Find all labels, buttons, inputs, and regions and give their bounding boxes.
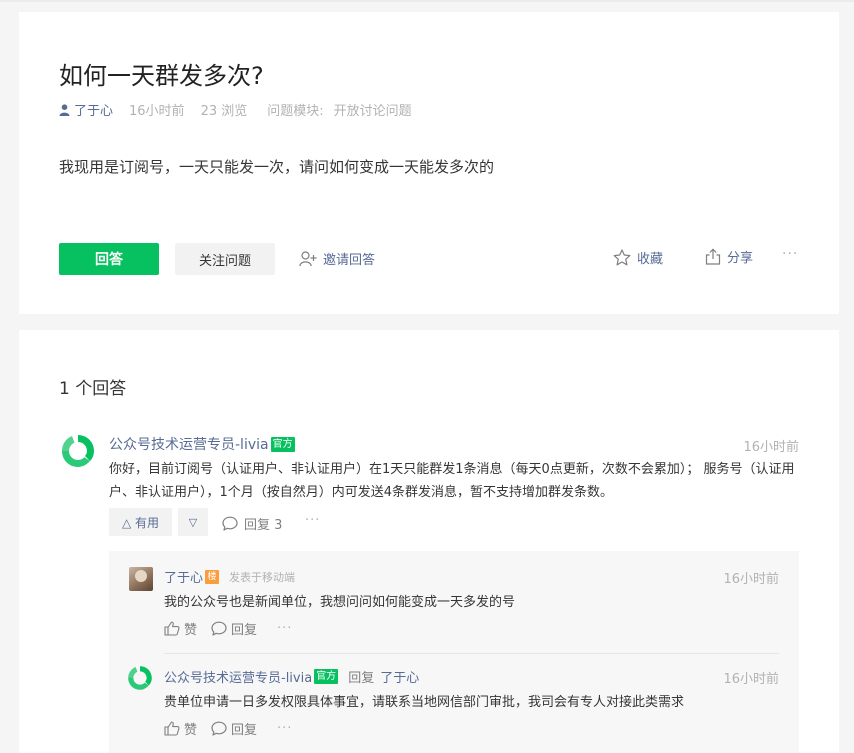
reply-word: 回复 bbox=[348, 671, 375, 686]
thread-owner-badge: 楼 bbox=[205, 569, 220, 584]
share-icon bbox=[705, 248, 721, 265]
star-icon bbox=[613, 249, 631, 266]
comment-bubble-icon bbox=[211, 721, 227, 736]
reply-time: 16小时前 bbox=[723, 672, 779, 687]
add-user-icon bbox=[299, 250, 317, 266]
reply-reply-label: 回复 bbox=[231, 723, 258, 738]
comment-source: 发表于移动端 bbox=[229, 570, 296, 584]
comment-bubble-icon bbox=[211, 621, 227, 636]
comment-more-icon[interactable]: ··· bbox=[277, 621, 292, 636]
comment-actions: 赞 回复 ··· bbox=[164, 619, 292, 638]
invite-answer-label: 邀请回答 bbox=[323, 253, 376, 268]
top-divider bbox=[0, 0, 854, 2]
answers-card: 1 个回答 公众号技术运营专员-livia 官方 16小时前 你好，目前订阅号（… bbox=[19, 330, 839, 753]
comment-like-label: 赞 bbox=[184, 623, 198, 638]
comment-text: 我的公众号也是新闻单位，我想问问如何能变成一天多发的号 bbox=[164, 595, 516, 610]
official-avatar-logo-icon[interactable] bbox=[126, 664, 154, 692]
question-module-label: 问题模块: bbox=[267, 104, 324, 119]
answer-count: 1 个回答 bbox=[59, 379, 127, 399]
reply-reply-button[interactable]: 回复 bbox=[211, 719, 257, 738]
thumbs-up-icon bbox=[164, 621, 180, 636]
question-card: 如何一天群发多次? 了于心 16小时前 23 浏览 问题模块: 开放讨论问题 我… bbox=[19, 12, 839, 314]
reply-more-icon[interactable]: ··· bbox=[277, 721, 292, 736]
comment-reply-label: 回复 bbox=[231, 623, 258, 638]
comment-divider bbox=[164, 653, 779, 654]
answer-text: 你好，目前订阅号（认证用户、非认证用户）在1天只能群发1条消息（每天0点更新，次… bbox=[109, 462, 795, 500]
answer-time: 16小时前 bbox=[743, 440, 799, 455]
comment-author[interactable]: 了于心 bbox=[164, 567, 203, 586]
answer-more-icon[interactable]: ··· bbox=[305, 513, 320, 528]
question-author[interactable]: 了于心 bbox=[59, 100, 113, 119]
answer-author[interactable]: 公众号技术运营专员-livia bbox=[109, 434, 269, 454]
reply-like-label: 赞 bbox=[184, 723, 198, 738]
useful-vote-button[interactable]: △ 有用 bbox=[109, 508, 172, 536]
more-options-icon[interactable]: ··· bbox=[782, 246, 798, 262]
share-label: 分享 bbox=[727, 251, 754, 266]
share-button[interactable]: 分享 bbox=[705, 247, 753, 266]
comment-header: 了于心 楼 发表于移动端 bbox=[164, 567, 295, 586]
official-badge: 官方 bbox=[314, 669, 339, 684]
official-avatar-logo-icon[interactable] bbox=[59, 432, 97, 470]
comment-bubble-icon bbox=[222, 516, 238, 531]
question-views: 23 浏览 bbox=[200, 104, 248, 119]
comment-time: 16小时前 bbox=[723, 572, 779, 587]
downvote-button[interactable]: ▽ bbox=[178, 508, 208, 536]
reply-header: 公众号技术运营专员-livia 官方 回复 了于心 bbox=[164, 667, 419, 686]
question-module-value[interactable]: 开放讨论问题 bbox=[334, 100, 412, 119]
question-meta: 了于心 16小时前 23 浏览 问题模块: 开放讨论问题 bbox=[59, 100, 412, 119]
comment-like-button[interactable]: 赞 bbox=[164, 619, 197, 638]
question-body: 我现用是订阅号，一天只能发一次，请问如何变成一天能发多次的 bbox=[59, 158, 495, 176]
comment-list: 了于心 楼 发表于移动端 16小时前 我的公众号也是新闻单位，我想问问如何能变成… bbox=[109, 551, 799, 753]
reply-actions: 赞 回复 ··· bbox=[164, 719, 292, 738]
answer-reply-label: 回复 3 bbox=[244, 518, 283, 533]
official-badge: 官方 bbox=[270, 436, 295, 452]
reply-author[interactable]: 公众号技术运营专员-livia bbox=[164, 667, 312, 686]
follow-question-button[interactable]: 关注问题 bbox=[175, 243, 275, 275]
reply-target[interactable]: 了于心 bbox=[380, 667, 419, 686]
user-icon bbox=[59, 103, 70, 116]
collect-label: 收藏 bbox=[637, 252, 664, 267]
comment-reply-button[interactable]: 回复 bbox=[211, 619, 257, 638]
thumbs-up-icon bbox=[164, 721, 180, 736]
question-author-name: 了于心 bbox=[74, 104, 114, 119]
reply-text: 贵单位申请一日多发权限具体事宜，请联系当地网信部门审批，我司会有专人对接此类需求 bbox=[164, 695, 685, 710]
answer-button[interactable]: 回答 bbox=[59, 243, 159, 275]
answer-header: 公众号技术运营专员-livia 官方 bbox=[109, 434, 295, 454]
answer-reply-button[interactable]: 回复 3 bbox=[222, 514, 282, 533]
question-title: 如何一天群发多次? bbox=[59, 62, 264, 90]
collect-button[interactable]: 收藏 bbox=[613, 248, 663, 267]
commenter-avatar[interactable] bbox=[129, 567, 153, 591]
invite-answer-button[interactable]: 邀请回答 bbox=[299, 249, 375, 268]
question-time: 16小时前 bbox=[129, 104, 185, 119]
reply-like-button[interactable]: 赞 bbox=[164, 719, 197, 738]
